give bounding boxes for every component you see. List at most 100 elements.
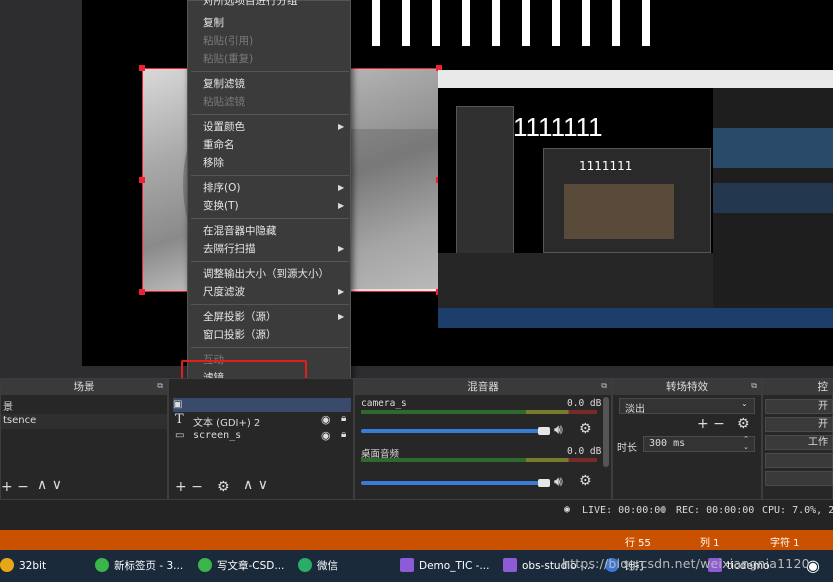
menu-item-paste-dup[interactable]: 粘贴(重复) [203,52,253,66]
menu-item-window-projector[interactable]: 窗口投影（源） [203,328,277,342]
add-remove-transition-icons[interactable]: + − [697,416,725,432]
nested-graph [713,183,833,213]
volume-slider-knob[interactable] [538,479,550,487]
menu-separator [191,114,349,115]
taskbar-item[interactable]: 32bit [0,550,46,582]
lock-icon[interactable]: 🔒︎ [341,429,346,440]
visibility-eye-icon[interactable]: ◉ [321,413,331,426]
source-settings-gear-icon[interactable]: ⚙ [217,479,230,495]
menu-item-group-clipped[interactable]: 对所选项目进行分组 [203,0,298,8]
live-indicator-icon: ◉ [564,504,571,515]
menu-separator [191,261,349,262]
submenu-arrow-icon: ▶ [338,183,345,192]
start-streaming-button[interactable]: 开 [765,399,833,414]
taskbar-item[interactable]: Demo_TIC -... [400,550,489,582]
transition-gear-icon[interactable]: ⚙ [737,416,750,432]
studio-mode-button[interactable]: 工作 [765,435,833,450]
resize-handle[interactable] [139,65,145,71]
taskbar-item[interactable]: 写文章-CSD... [198,550,284,582]
menu-item-order[interactable]: 排序(O) [203,181,240,195]
nested-graph [713,128,833,168]
text-glyph [612,0,620,46]
taskbar-item[interactable]: 新标签页 - 3... [95,550,183,582]
start-recording-button[interactable]: 开 [765,417,833,432]
obs-status-bar: ◉ LIVE: 00:00:00 ● REC: 00:00:00 CPU: 7.… [0,500,833,530]
menu-item-paste-ref[interactable]: 粘贴(引用) [203,34,253,48]
transitions-title: 转场特效 [613,379,761,395]
menu-item-resize-output[interactable]: 调整输出大小（到源大小） [203,267,329,281]
dock-float-icon[interactable]: ⧉ [157,381,163,391]
volume-meter [361,458,597,462]
wechat-icon [298,558,312,572]
menu-item-hide-in-mixer[interactable]: 在混音器中隐藏 [203,224,277,238]
source-item-text[interactable]: 文本 (GDI+) 2 [193,414,260,429]
visual-studio-icon [503,558,517,572]
menu-separator [191,218,349,219]
text-source-icon: T [175,412,184,427]
exit-button[interactable] [765,471,833,486]
duration-value: 300 ms [649,438,686,449]
text-glyph [522,0,530,46]
remove-scene-icon[interactable]: + − [1,479,29,495]
menu-item-fullscreen-projector[interactable]: 全屏投影（源） [203,310,277,324]
preview-area[interactable]: 1111111 1111111 [0,0,833,378]
scene-item[interactable]: tsence [3,415,36,426]
dock-float-icon[interactable]: ⧉ [601,381,607,391]
editor-status-bar: 行 55 列 1 字符 1 [0,530,833,550]
nested-inner: 1111111 [543,148,711,253]
volume-meter [361,410,597,414]
monitor-icon: ▭ [175,430,185,441]
dock-float-icon[interactable]: ⧉ [751,381,757,391]
channel-gear-icon[interactable]: ⚙ [579,421,592,437]
spin-arrows-icon[interactable]: ⌃ ⌄ [743,435,749,451]
mixer-channel-name: camera_s [361,398,407,409]
text-glyph [492,0,500,46]
screen-capture-source[interactable]: 1111111 1111111 [438,70,833,328]
nested-menu [456,106,514,256]
speaker-icon[interactable]: 🔊︎ [554,422,563,438]
menu-item-deinterlace[interactable]: 去隔行扫描 [203,242,256,256]
menu-item-paste-filters[interactable]: 粘贴滤镜 [203,95,245,109]
source-selected-row[interactable] [173,398,351,412]
menu-item-scale-filter[interactable]: 尺度滤波 [203,285,245,299]
settings-button[interactable] [765,453,833,468]
camera-shape [338,129,438,289]
nested-thumb [564,184,674,239]
menu-item-copy-filters[interactable]: 复制滤镜 [203,77,245,91]
line-indicator: 行 55 [625,538,651,549]
speaker-icon[interactable]: 🔊︎ [554,474,563,490]
move-source-icons[interactable]: ∧ ∨ [243,477,268,493]
menu-item-set-color[interactable]: 设置颜色 [203,120,245,134]
col-indicator: 列 1 [700,538,720,549]
source-item-screen[interactable]: screen_s [193,430,241,441]
nested-titlebar [438,70,833,88]
submenu-arrow-icon: ▶ [338,312,345,321]
menu-separator [191,304,349,305]
menu-separator [191,175,349,176]
add-remove-source-icons[interactable]: + − [175,479,203,495]
volume-slider[interactable] [361,429,545,433]
chevron-down-icon: ⌄ [741,399,748,408]
scene-item[interactable]: 景 [3,398,13,413]
menu-item-transform[interactable]: 变换(T) [203,199,239,213]
volume-slider[interactable] [361,481,545,485]
visibility-eye-icon[interactable]: ◉ [321,429,331,442]
channel-gear-icon[interactable]: ⚙ [579,473,592,489]
volume-slider-knob[interactable] [538,427,550,435]
text-glyph [642,0,650,46]
scenes-dock: 场景 ⧉ 景 tsence + − ∧ ∨ [0,378,168,500]
menu-separator [191,347,349,348]
submenu-arrow-icon: ▶ [338,122,345,131]
mixer-scrollbar[interactable] [603,397,609,467]
menu-item-remove[interactable]: 移除 [203,156,224,170]
resize-handle[interactable] [139,177,145,183]
resize-handle[interactable] [139,289,145,295]
menu-item-rename[interactable]: 重命名 [203,138,235,152]
char-indicator: 字符 1 [770,538,800,549]
taskbar-item[interactable]: 微信 [298,550,338,582]
sources-dock: ▣ T 文本 (GDI+) 2 ◉ 🔒︎ ▭ screen_s ◉ 🔒︎ + −… [168,378,354,500]
move-scene-icons[interactable]: ∧ ∨ [37,477,62,493]
monitor-icon: ▣ [173,399,183,410]
menu-item-copy[interactable]: 复制 [203,16,224,30]
lock-icon[interactable]: 🔒︎ [341,413,346,424]
